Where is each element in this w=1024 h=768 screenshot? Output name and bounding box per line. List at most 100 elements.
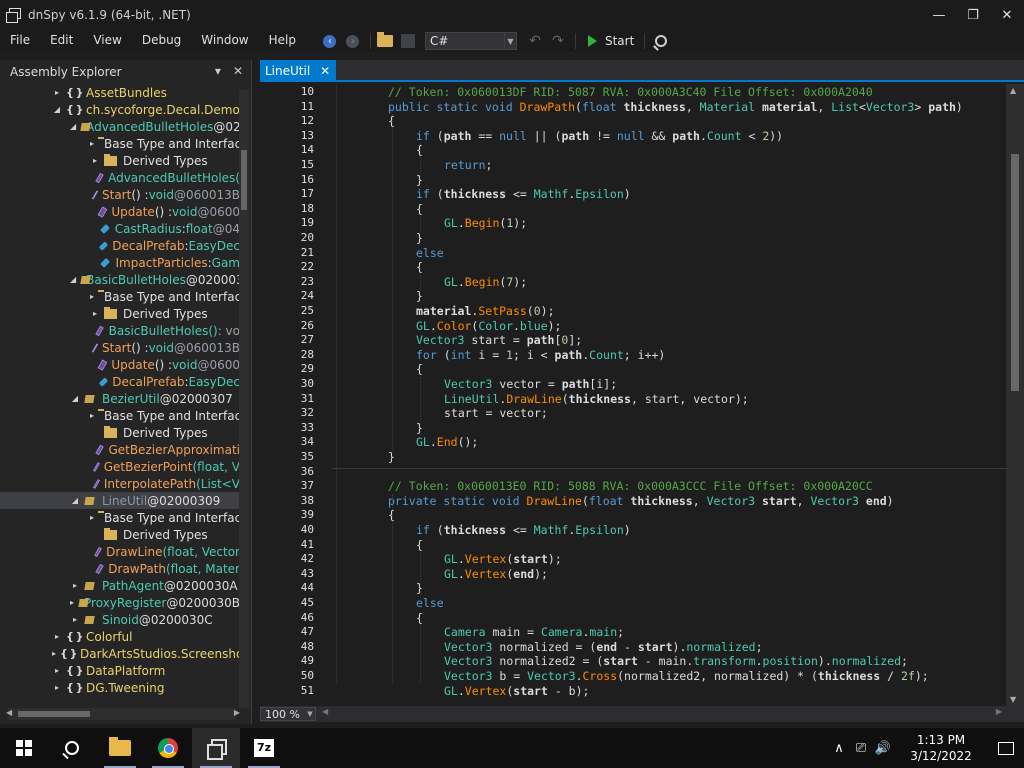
tree-item[interactable]: DecalPrefab : EasyDec bbox=[0, 237, 240, 254]
navigate-back-button[interactable]: ‹ bbox=[320, 31, 340, 51]
language-select[interactable]: C# ▼ bbox=[424, 32, 517, 50]
menu-view[interactable]: View bbox=[83, 30, 131, 52]
tree-item[interactable]: ▸ { } Colorful bbox=[0, 628, 240, 645]
tree-item[interactable]: ▸ Derived Types bbox=[0, 305, 240, 322]
tree-expander-icon[interactable]: ▸ bbox=[90, 292, 94, 301]
explorer-horizontal-scrollbar[interactable]: ◀ ▶ bbox=[6, 708, 240, 720]
start-menu-button[interactable] bbox=[0, 728, 48, 768]
scroll-right-icon[interactable]: ▶ bbox=[234, 708, 240, 717]
save-all-button[interactable] bbox=[398, 31, 418, 51]
start-debug-button[interactable]: Start bbox=[587, 34, 634, 48]
tree-item[interactable]: ◢ BasicBulletHoles @020003 bbox=[0, 271, 240, 288]
tree-item[interactable]: GetBezierPoint (float, V bbox=[0, 458, 240, 475]
editor-horizontal-scrollbar[interactable]: ◀ ▶ bbox=[322, 707, 1002, 719]
zoom-select[interactable]: 100 % ▼ bbox=[260, 707, 316, 721]
tree-expander-icon[interactable]: ◢ bbox=[70, 275, 76, 284]
tree-item[interactable]: Derived Types bbox=[0, 526, 240, 543]
open-button[interactable] bbox=[375, 31, 395, 51]
tree-item[interactable]: ▸ { } AssetBundles bbox=[0, 84, 240, 101]
tree-expander-icon[interactable]: ◢ bbox=[70, 122, 76, 131]
tree-item[interactable]: DecalPrefab : EasyDec bbox=[0, 373, 240, 390]
tree-item[interactable]: Start() : void @060013B bbox=[0, 186, 240, 203]
tree-item[interactable]: DrawPath (float, Mater bbox=[0, 560, 240, 577]
maximize-button[interactable]: ❐ bbox=[956, 0, 990, 30]
tree-item[interactable]: Update() : void @0600 bbox=[0, 356, 240, 373]
tree-item[interactable]: ▸ { } DG.Tweening bbox=[0, 679, 240, 696]
panel-close-icon[interactable]: ✕ bbox=[233, 64, 243, 78]
panel-menu-icon[interactable]: ▾ bbox=[215, 64, 221, 78]
tree-item[interactable]: ▸ { } DataPlatform bbox=[0, 662, 240, 679]
taskbar-search-button[interactable] bbox=[48, 728, 96, 768]
minimize-button[interactable]: — bbox=[922, 0, 956, 30]
close-button[interactable]: ✕ bbox=[990, 0, 1024, 30]
scroll-left-icon[interactable]: ◀ bbox=[6, 708, 12, 717]
menu-window[interactable]: Window bbox=[191, 30, 258, 52]
scroll-right-icon[interactable]: ▶ bbox=[996, 707, 1002, 716]
tree-expander-icon[interactable]: ◢ bbox=[70, 496, 80, 505]
tree-item[interactable]: ▸ Base Type and Interfac bbox=[0, 135, 240, 152]
tree-item[interactable]: AdvancedBulletHoles( bbox=[0, 169, 240, 186]
explorer-vertical-scrollbar[interactable] bbox=[239, 90, 249, 708]
tree-expander-icon[interactable]: ▸ bbox=[52, 666, 62, 675]
tree-expander-icon[interactable]: ▸ bbox=[52, 632, 62, 641]
scroll-thumb[interactable] bbox=[18, 711, 90, 717]
tree-item[interactable]: CastRadius : float @04 bbox=[0, 220, 240, 237]
chrome-button[interactable] bbox=[144, 728, 192, 768]
search-button[interactable] bbox=[649, 31, 669, 51]
notification-center-button[interactable] bbox=[988, 728, 1024, 768]
tree-item[interactable]: ▸ Derived Types bbox=[0, 152, 240, 169]
dnspy-taskbar-button[interactable] bbox=[192, 728, 240, 768]
tree-item[interactable]: ◢ LineUtil @02000309 bbox=[0, 492, 240, 509]
tree-item[interactable]: BasicBulletHoles() : vo bbox=[0, 322, 240, 339]
tree-item[interactable]: ▸ ProxyRegister @0200030B bbox=[0, 594, 240, 611]
tree-expander-icon[interactable]: ◢ bbox=[70, 394, 80, 403]
clock[interactable]: 1:13 PM 3/12/2022 bbox=[904, 732, 978, 764]
tab-lineutil[interactable]: LineUtil ✕ bbox=[260, 60, 337, 82]
tree-item[interactable]: InterpolatePath (List<V bbox=[0, 475, 240, 492]
tree-expander-icon[interactable]: ▸ bbox=[90, 411, 94, 420]
scroll-thumb[interactable] bbox=[241, 150, 247, 210]
tree-item[interactable]: ◢ { } ch.sycoforge.Decal.Demo bbox=[0, 101, 240, 118]
tab-close-icon[interactable]: ✕ bbox=[320, 64, 330, 78]
network-icon[interactable]: ⎚ bbox=[850, 741, 872, 756]
tree-item[interactable]: ▸ PathAgent @0200030A bbox=[0, 577, 240, 594]
tree-expander-icon[interactable]: ◢ bbox=[52, 105, 62, 114]
volume-icon[interactable]: 🔊 bbox=[872, 741, 894, 756]
tree-expander-icon[interactable]: ▸ bbox=[90, 139, 94, 148]
scroll-left-icon[interactable]: ◀ bbox=[322, 707, 328, 716]
tree-expander-icon[interactable]: ▸ bbox=[90, 156, 100, 165]
scroll-up-icon[interactable]: ▲ bbox=[1010, 86, 1016, 95]
menu-file[interactable]: File bbox=[0, 30, 40, 52]
menu-help[interactable]: Help bbox=[259, 30, 306, 52]
tree-expander-icon[interactable]: ▸ bbox=[52, 683, 62, 692]
tree-item[interactable]: ▸ Sinoid @0200030C bbox=[0, 611, 240, 628]
tree-item[interactable]: Start() : void @060013B bbox=[0, 339, 240, 356]
tree-expander-icon[interactable]: ▸ bbox=[52, 649, 56, 658]
tree-item[interactable]: DrawLine (float, Vector bbox=[0, 543, 240, 560]
tree-expander-icon[interactable]: ▸ bbox=[52, 88, 62, 97]
tree-expander-icon[interactable]: ▸ bbox=[90, 513, 94, 522]
tree-item[interactable]: Update() : void @0600 bbox=[0, 203, 240, 220]
tree-item[interactable]: ◢ AdvancedBulletHoles @02 bbox=[0, 118, 240, 135]
code-editor[interactable]: 10 11 12 13 14 15 16 17 18 19 20 21 22 23 24 25 26 27 28 29… bbox=[260, 84, 1024, 706]
tree-item[interactable]: ImpactParticles : Gam bbox=[0, 254, 240, 271]
tree-item[interactable]: ▸ Base Type and Interfac bbox=[0, 509, 240, 526]
scroll-down-icon[interactable]: ▼ bbox=[1010, 695, 1016, 704]
tree-item[interactable]: GetBezierApproximati bbox=[0, 441, 240, 458]
tree-expander-icon[interactable]: ▸ bbox=[70, 615, 80, 624]
tree-expander-icon[interactable]: ▸ bbox=[70, 581, 80, 590]
redo-button[interactable]: ↷ bbox=[548, 31, 568, 51]
tree-expander-icon[interactable]: ▸ bbox=[70, 598, 74, 607]
menu-debug[interactable]: Debug bbox=[132, 30, 191, 52]
tree-item[interactable]: Derived Types bbox=[0, 424, 240, 441]
tree-item[interactable]: ▸ { } DarkArtsStudios.ScreenshotC bbox=[0, 645, 240, 662]
tree-item[interactable]: ▸ Base Type and Interfac bbox=[0, 288, 240, 305]
scroll-thumb[interactable] bbox=[1011, 154, 1019, 391]
tree-expander-icon[interactable]: ▸ bbox=[90, 309, 100, 318]
show-hidden-icons-icon[interactable]: ∧ bbox=[828, 741, 850, 756]
file-explorer-button[interactable] bbox=[96, 728, 144, 768]
navigate-forward-button[interactable]: › bbox=[343, 31, 363, 51]
editor-vertical-scrollbar[interactable]: ▲ ▼ bbox=[1006, 84, 1024, 706]
7zip-button[interactable]: 7z bbox=[240, 728, 288, 768]
tree-item[interactable]: ◢ BezierUtil @02000307 bbox=[0, 390, 240, 407]
